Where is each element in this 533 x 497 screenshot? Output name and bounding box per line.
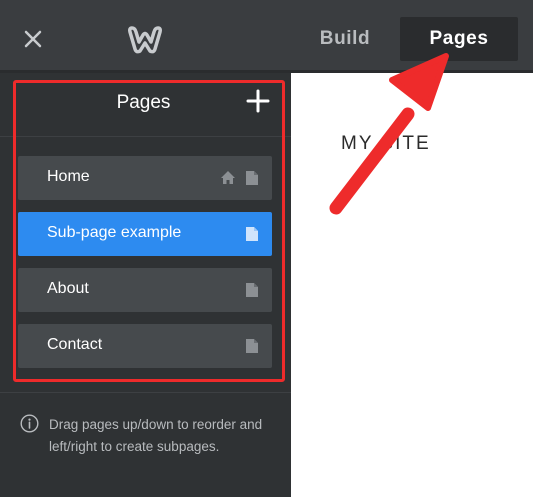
reorder-hint: Drag pages up/down to reorder and left/r…	[49, 417, 263, 454]
annotation-arrow-icon	[329, 53, 449, 215]
close-icon[interactable]	[18, 24, 48, 54]
info-icon	[20, 414, 39, 433]
annotation-highlight-box	[13, 80, 285, 382]
hint-divider	[0, 392, 291, 393]
weebly-logo-icon[interactable]	[126, 22, 164, 56]
